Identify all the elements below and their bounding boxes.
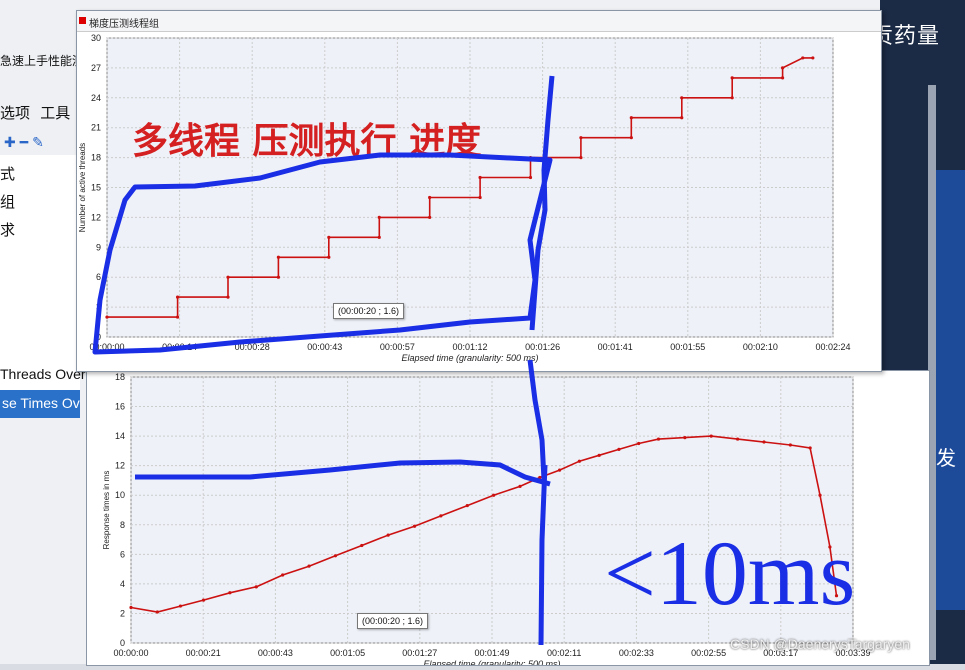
marker-vertical-upper (529, 75, 555, 331)
marker-loop (92, 152, 553, 355)
marker-vertical-lower (527, 359, 547, 481)
watermark: CSDN @DaenerysTargaryen (730, 636, 910, 652)
marker-line-response (135, 459, 551, 487)
marker-cross-vertical (538, 464, 548, 646)
latency-note: <10ms (604, 522, 856, 624)
